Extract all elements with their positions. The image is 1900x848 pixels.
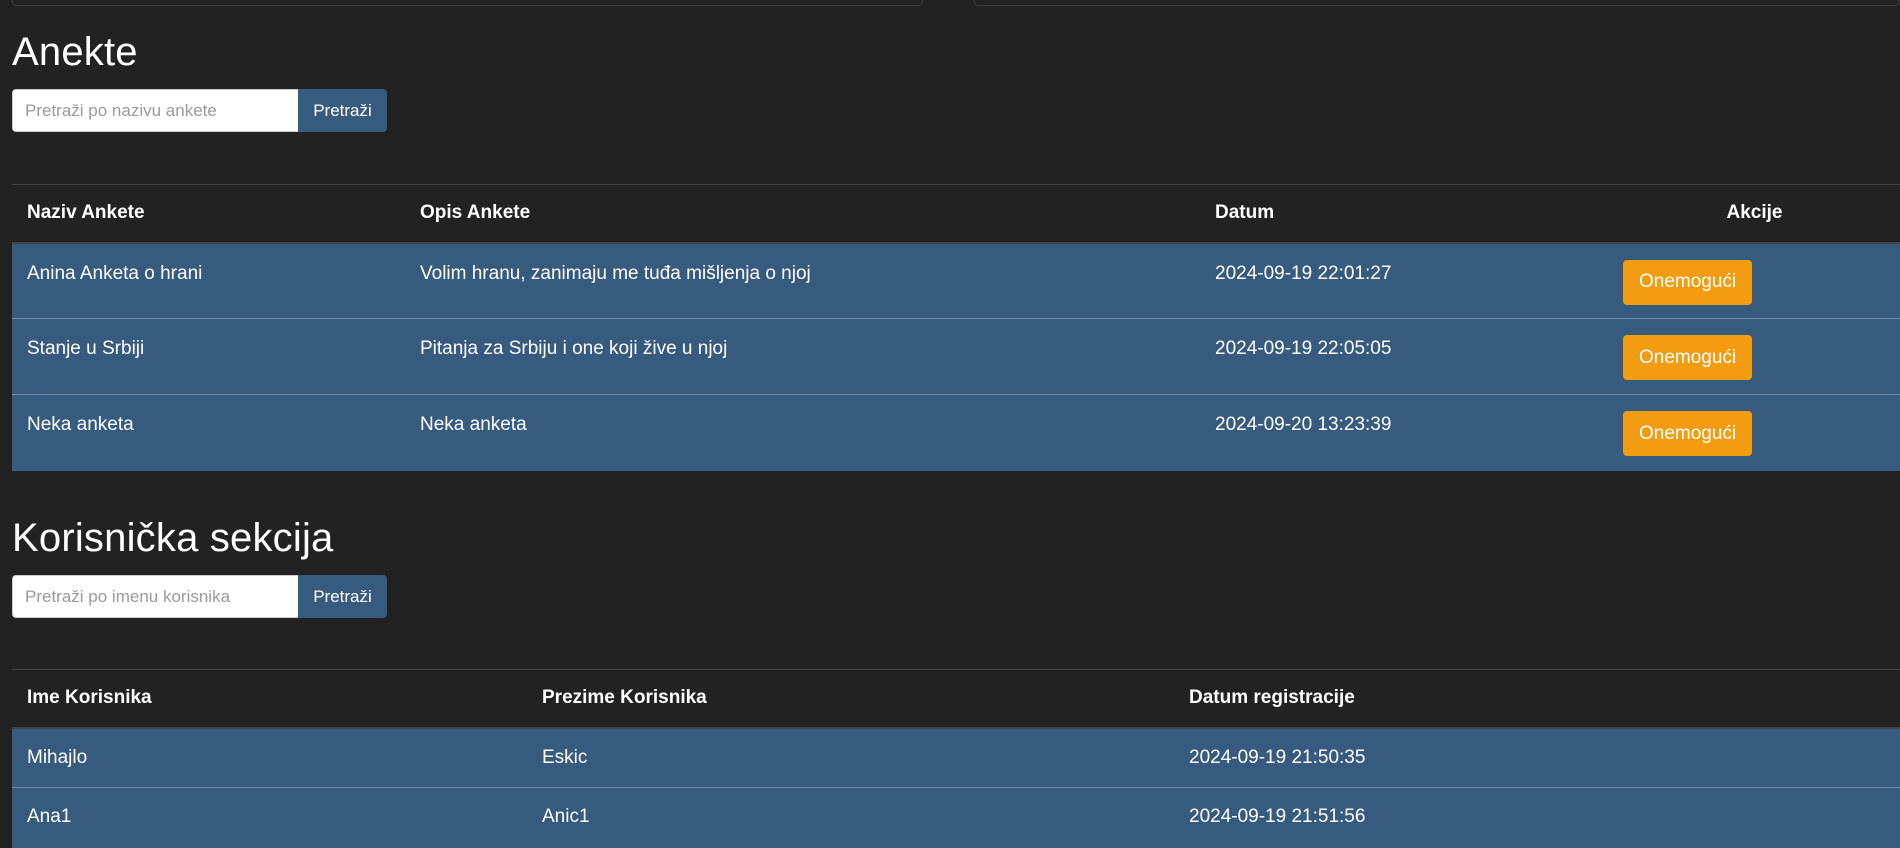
survey-date: 2024-09-20 13:23:39	[1215, 414, 1392, 435]
surveys-title: Anekte	[12, 30, 138, 74]
users-title: Korisnička sekcija	[12, 516, 334, 560]
surveys-table: Naziv Ankete Opis Ankete Datum Akcije An…	[12, 184, 1900, 471]
user-search-button[interactable]: Pretraži	[298, 575, 387, 618]
user-last-name: Anic1	[542, 806, 590, 827]
survey-search-input[interactable]	[12, 89, 298, 132]
column-header-date: Datum	[1215, 202, 1275, 224]
survey-description: Pitanja za Srbiju i one koji žive u njoj	[420, 338, 728, 359]
column-header-first-name: Ime Korisnika	[27, 687, 152, 709]
disable-survey-button[interactable]: Onemogući	[1623, 335, 1753, 380]
top-right-panel	[974, 0, 1899, 6]
survey-date: 2024-09-19 22:01:27	[1215, 262, 1392, 284]
disable-survey-button[interactable]: Onemogući	[1623, 411, 1753, 456]
top-panels	[12, 0, 1900, 6]
survey-search-button[interactable]: Pretraži	[298, 89, 387, 132]
survey-actions: Onemogući	[1609, 395, 1900, 471]
survey-name: Anina Anketa o hrani	[27, 262, 203, 284]
column-header-registered: Datum registracije	[1189, 687, 1355, 709]
table-row: Stanje u Srbiji Pitanja za Srbiju i one …	[12, 318, 1900, 395]
top-left-panel	[12, 0, 923, 6]
survey-description: Volim hranu, zanimaju me tuđa mišljenja …	[420, 262, 811, 284]
users-table: Ime Korisnika Prezime Korisnika Datum re…	[12, 669, 1900, 848]
user-registered-date: 2024-09-19 21:50:35	[1189, 746, 1366, 768]
table-row: Anina Anketa o hrani Volim hranu, zanima…	[12, 242, 1900, 319]
user-search-group: Pretraži	[12, 575, 387, 619]
survey-name: Neka anketa	[27, 414, 134, 435]
survey-date: 2024-09-19 22:05:05	[1215, 338, 1392, 359]
survey-name: Stanje u Srbiji	[27, 338, 145, 359]
table-row: Ana1 Anic1 2024-09-19 21:51:56	[12, 787, 1900, 848]
users-table-header: Ime Korisnika Prezime Korisnika Datum re…	[12, 669, 1900, 728]
survey-description: Neka anketa	[420, 414, 527, 435]
user-first-name: Mihajlo	[27, 746, 88, 768]
surveys-table-header: Naziv Ankete Opis Ankete Datum Akcije	[12, 184, 1900, 243]
user-last-name: Eskic	[542, 746, 588, 768]
column-header-last-name: Prezime Korisnika	[542, 687, 707, 709]
column-header-description: Opis Ankete	[420, 202, 531, 224]
column-header-name: Naziv Ankete	[27, 202, 145, 224]
disable-survey-button[interactable]: Onemogući	[1623, 259, 1753, 305]
column-header-actions: Akcije	[1726, 202, 1783, 224]
table-row: Neka anketa Neka anketa 2024-09-20 13:23…	[12, 394, 1900, 471]
user-first-name: Ana1	[27, 806, 72, 827]
survey-actions: Onemogući	[1609, 243, 1900, 319]
survey-search-group: Pretraži	[12, 89, 387, 133]
table-row: Mihajlo Eskic 2024-09-19 21:50:35	[12, 727, 1900, 788]
user-search-input[interactable]	[12, 575, 298, 618]
survey-actions: Onemogući	[1609, 319, 1900, 395]
user-registered-date: 2024-09-19 21:51:56	[1189, 806, 1366, 827]
